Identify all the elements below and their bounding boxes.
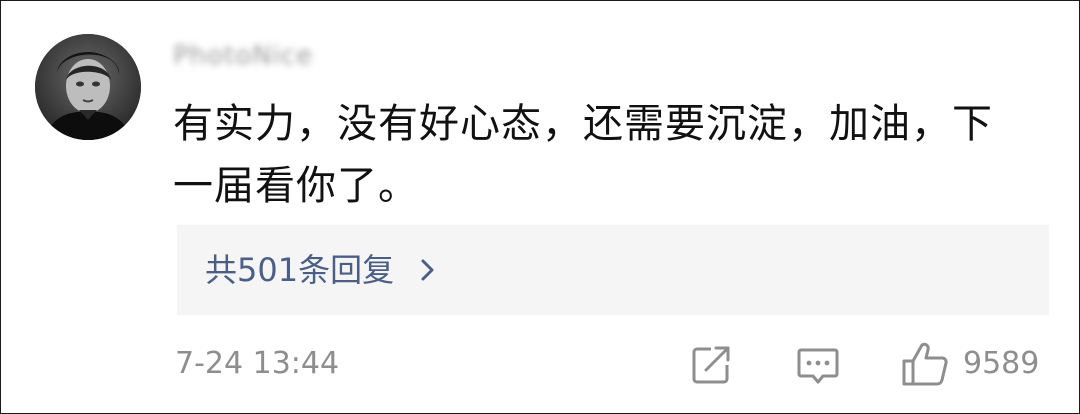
comment-timestamp: 7-24 13:44 (175, 346, 340, 381)
chevron-right-icon (421, 259, 434, 281)
replies-count-label: 共501条回复 (205, 251, 395, 289)
person-portrait-icon (35, 34, 141, 140)
thumbs-up-icon[interactable] (901, 341, 949, 387)
comment-card: PhotoNice 有实力，没有好心态，还需要沉淀，加油，下一届看你了。 共50… (0, 0, 1080, 414)
comment-text: 有实力，没有好心态，还需要沉淀，加油，下一届看你了。 (173, 101, 993, 209)
like-count: 9589 (963, 346, 1040, 381)
view-replies-button[interactable]: 共501条回复 (177, 225, 1049, 315)
share-icon[interactable] (691, 345, 731, 385)
comment-icon[interactable] (797, 347, 839, 385)
username[interactable]: PhotoNice (173, 41, 313, 71)
user-avatar[interactable] (35, 34, 141, 140)
